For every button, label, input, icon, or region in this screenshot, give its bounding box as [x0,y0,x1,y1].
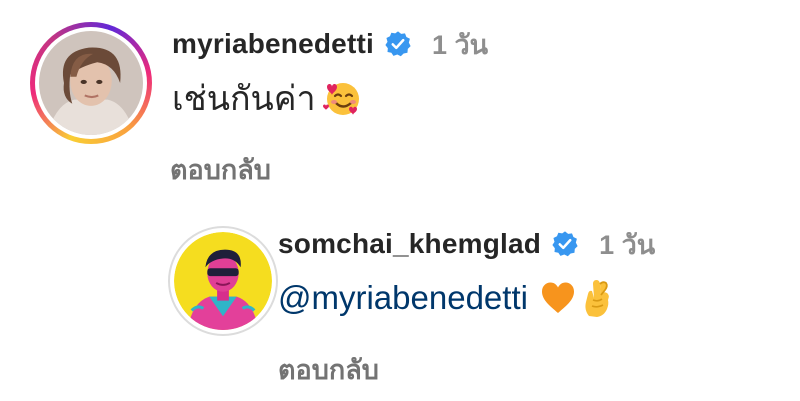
comment-text: @myriabenedetti [278,274,655,322]
reply-button[interactable]: ตอบกลับ [278,348,655,391]
avatar [39,31,143,135]
smiling-face-with-hearts-icon [322,78,362,118]
comment-header: myriabenedetti 1 วัน [172,22,488,66]
avatar-frame [35,27,147,139]
avatar-ring[interactable] [168,226,278,336]
comment-header: somchai_khemglad 1 วัน [278,222,655,266]
mention-link[interactable]: @myriabenedetti [278,279,528,317]
verified-badge-icon [384,30,412,58]
avatar-illustration-icon [174,232,272,330]
username-link[interactable]: myriabenedetti [172,28,374,60]
comment-item: myriabenedetti 1 วัน เช่นกันค่า ตอบกลับ [30,22,790,187]
verified-badge-icon [551,230,579,258]
avatar-photo-icon [39,31,143,135]
username-link[interactable]: somchai_khemglad [278,228,541,260]
comment-text-content: เช่นกันค่า [172,80,316,118]
comment-text: เช่นกันค่า [172,74,488,122]
comment-reply-item: somchai_khemglad 1 วัน @myriabenedetti ต… [168,222,788,387]
comment-body: myriabenedetti 1 วัน เช่นกันค่า ตอบกลับ [170,22,488,191]
comment-timestamp: 1 วัน [431,29,489,60]
reply-button[interactable]: ตอบกลับ [170,148,488,191]
orange-heart-icon [540,281,576,315]
comment-timestamp: 1 วัน [599,229,656,260]
comment-body: somchai_khemglad 1 วัน @myriabenedetti ต… [278,222,655,391]
crossed-fingers-hand-icon [580,278,614,318]
avatar-story-ring[interactable] [30,22,152,144]
avatar [174,232,272,330]
